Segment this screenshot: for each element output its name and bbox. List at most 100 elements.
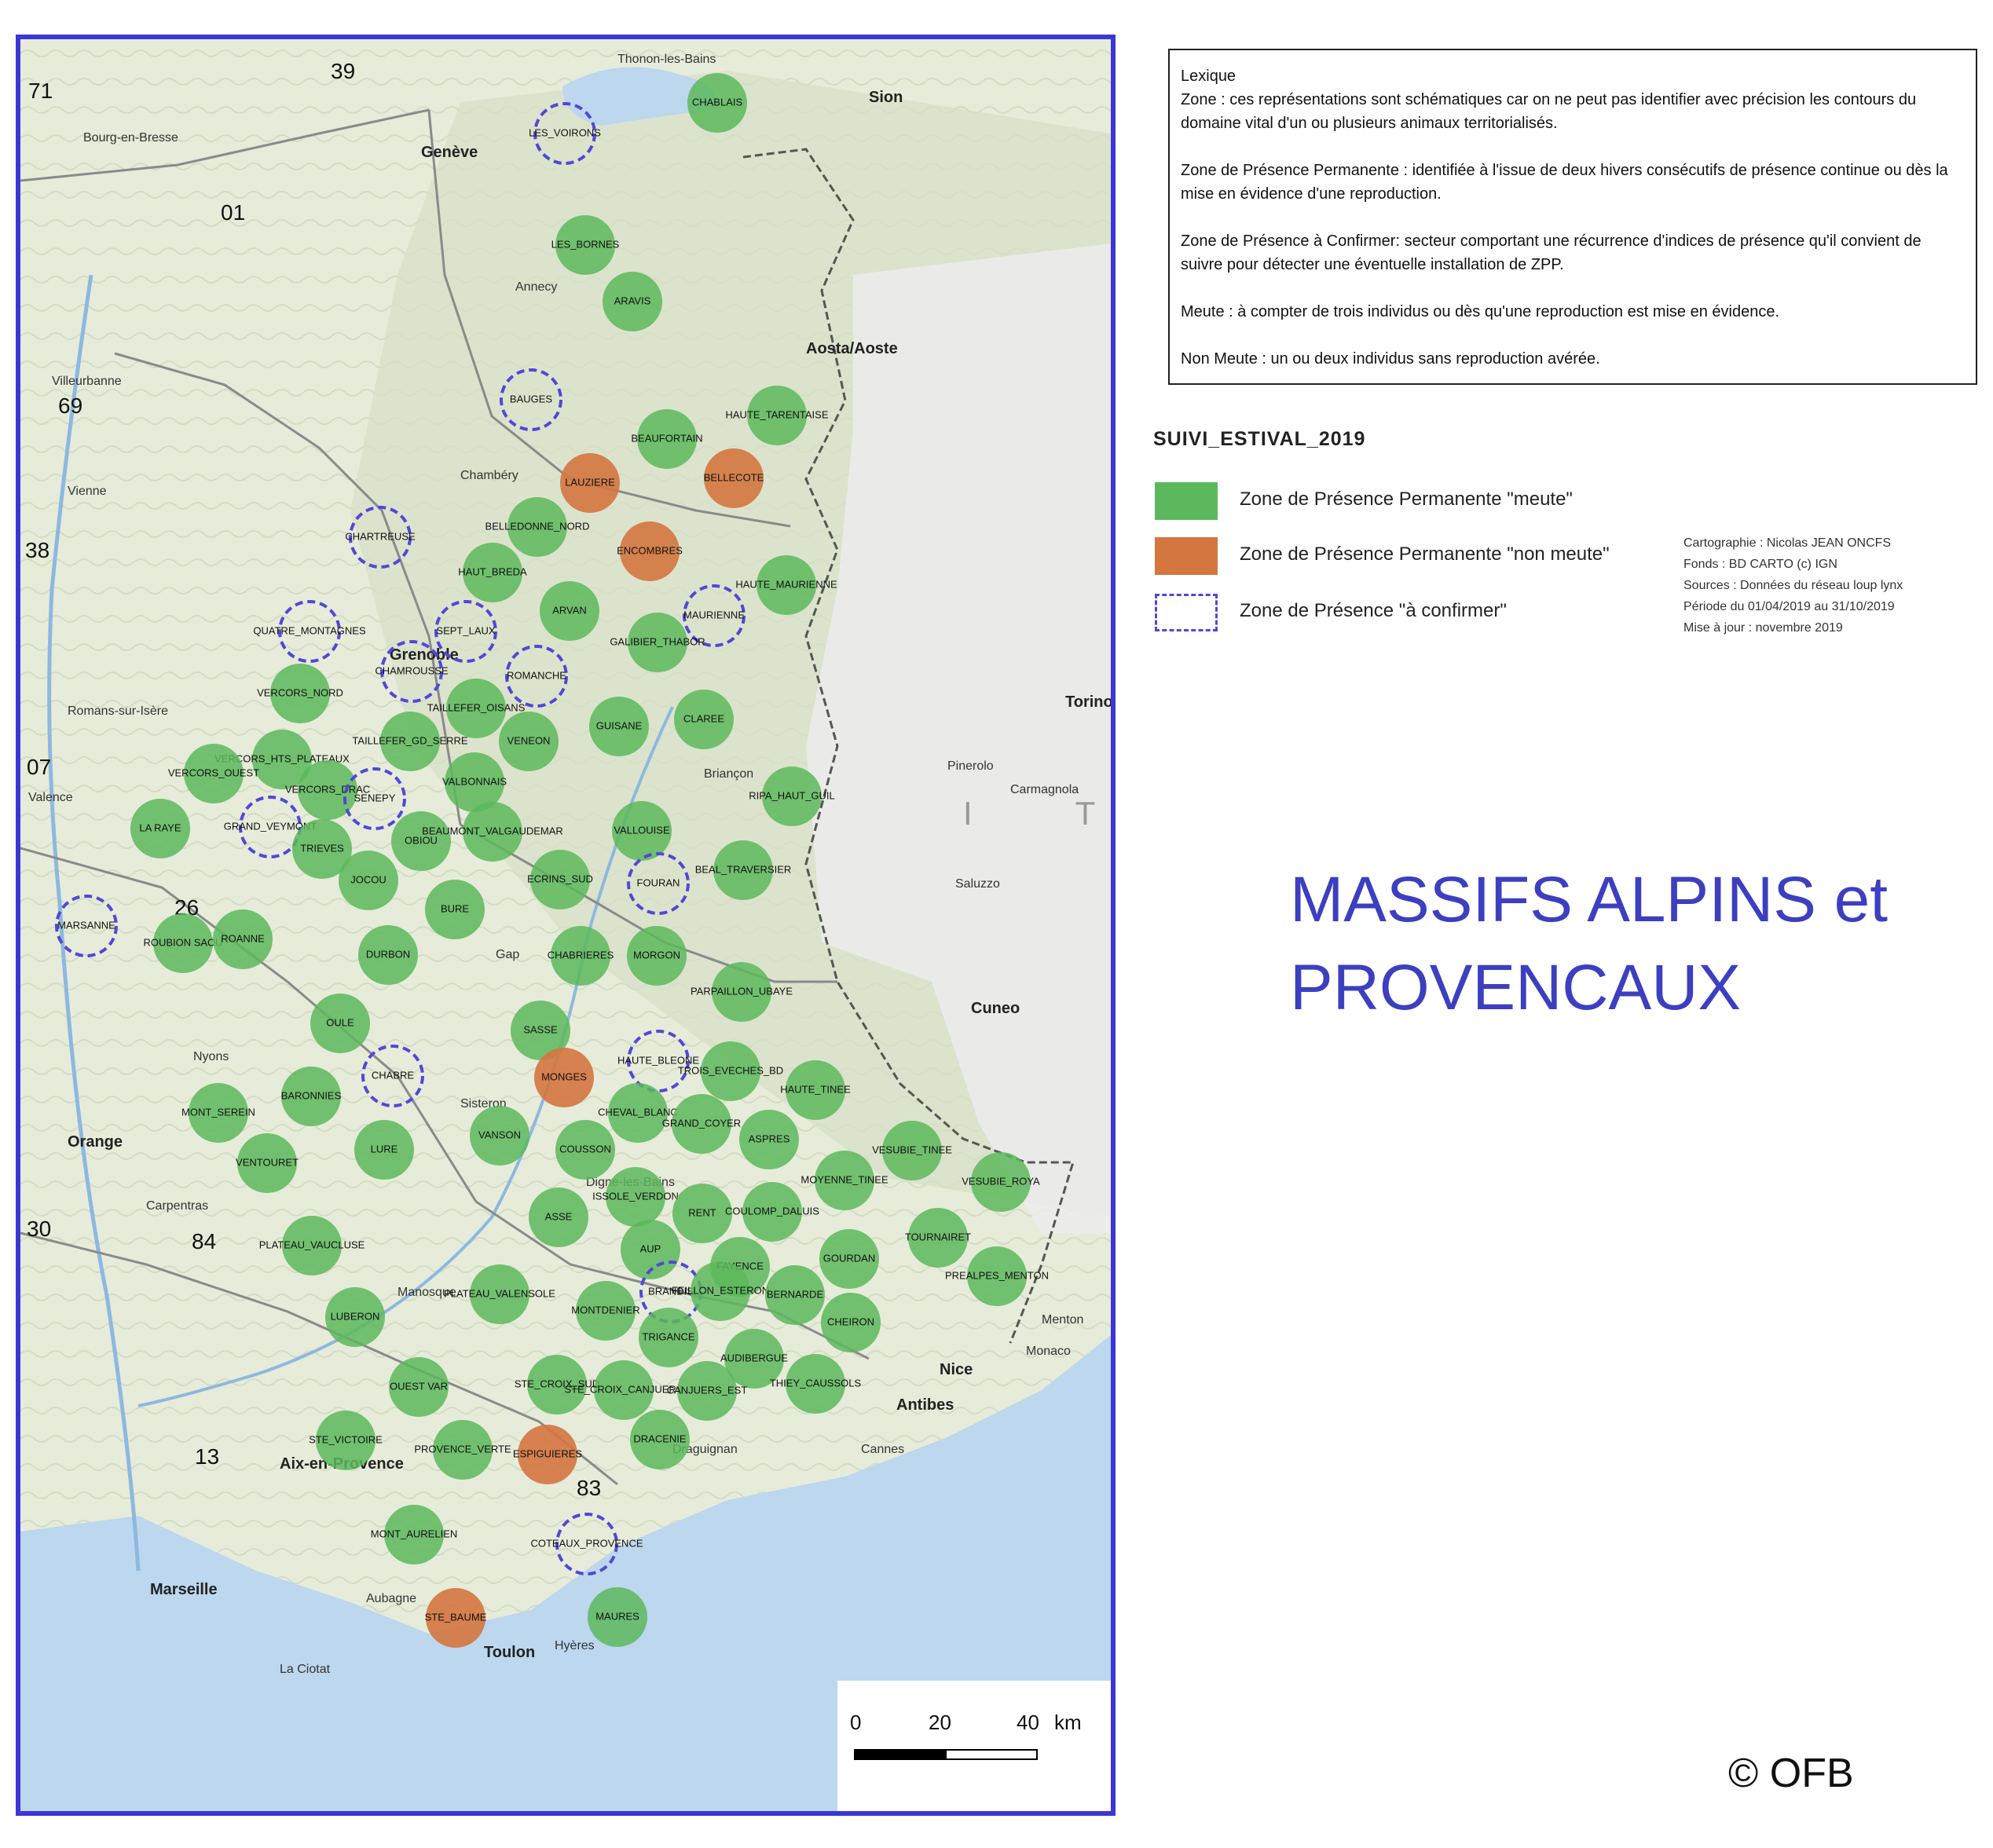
zone-label-trois-eveches-bd: TROIS_EVECHES_BD xyxy=(678,1064,783,1076)
zone-label-belledonne-nord: BELLEDONNE_NORD xyxy=(485,520,590,532)
zone-label-roanne: ROANNE xyxy=(221,932,265,944)
zone-label-maures: MAURES xyxy=(595,1610,639,1622)
place-nice: Nice xyxy=(940,1361,973,1378)
map-frame[interactable]: I T A 71 39 01 69 38 07 26 30 84 13 83 B… xyxy=(16,35,1116,1816)
zone-label-trieves: TRIEVES xyxy=(300,842,344,854)
credit-cartographie: Cartographie : Nicolas JEAN ONCFS xyxy=(1683,536,1892,550)
copyright: © OFB xyxy=(1728,1751,1854,1796)
zone-label-plateau-valensole: PLATEAU_VALENSOLE xyxy=(444,1287,555,1299)
zone-label-aspres: ASPRES xyxy=(749,1133,790,1144)
place-marseille: Marseille xyxy=(150,1581,218,1598)
zone-label-beal-traversier: BEAL_TRAVERSIER xyxy=(695,863,792,875)
zone-label-haute-tarentaise: HAUTE_TARENTAISE xyxy=(726,408,829,420)
place-gap: Gap xyxy=(496,948,519,961)
zone-label-guisane: GUISANE xyxy=(596,719,643,731)
dept-69: 69 xyxy=(58,393,82,418)
place-bourg: Bourg-en-Bresse xyxy=(83,131,178,145)
zone-label-bure: BURE xyxy=(441,902,469,914)
legend-label-non-meute: Zone de Présence Permanente "non meute" xyxy=(1240,543,1610,565)
zone-label-ste-croix-canjuers: STE_CROIX_CANJUERS xyxy=(565,1383,683,1395)
zone-label-les-bornes: LES_BORNES xyxy=(551,238,620,250)
zone-label-bauges: BAUGES xyxy=(510,393,553,404)
zone-label-lure: LURE xyxy=(371,1143,398,1155)
zone-label-romanche: ROMANCHE xyxy=(507,669,566,681)
place-nyons: Nyons xyxy=(193,1050,229,1063)
zone-label-trigance: TRIGANCE xyxy=(642,1330,695,1342)
zone-label-chartreuse: CHARTREUSE xyxy=(345,530,416,542)
zone-label-valbonnais: VALBONNAIS xyxy=(442,775,507,787)
place-antibes: Antibes xyxy=(896,1396,954,1414)
lexique-title: Lexique xyxy=(1181,68,1236,85)
map-title-line1: MASSIFS ALPINS et xyxy=(1290,864,1889,935)
italy-label: I T A xyxy=(963,795,1111,832)
zone-label-moyenne-tinee: MOYENNE_TINEE xyxy=(800,1173,888,1185)
dept-30: 30 xyxy=(27,1217,51,1241)
zone-label-sept-laux: SEPT_LAUX xyxy=(436,624,495,636)
zone-label-jocou: JOCOU xyxy=(350,873,387,885)
zone-label-les-voirons: LES_VOIRONS xyxy=(529,126,601,138)
dept-38: 38 xyxy=(25,538,49,562)
place-torino: Torino xyxy=(1065,693,1111,711)
zone-label-grand-coyer: GRAND_COYER xyxy=(662,1117,741,1129)
zone-label-arvan: ARVAN xyxy=(552,604,587,616)
zone-label-sasse: SASSE xyxy=(523,1023,558,1035)
place-annecy: Annecy xyxy=(515,280,557,294)
zone-label-veneon: VENEON xyxy=(507,734,551,746)
dept-83: 83 xyxy=(577,1476,601,1500)
scale-seg-white xyxy=(945,1749,1038,1760)
zone-label-mont-serein: MONT_SEREIN xyxy=(181,1106,255,1118)
zone-label-audibergue: AUDIBERGUE xyxy=(720,1352,788,1363)
place-aosta: Aosta/Aoste xyxy=(806,340,898,357)
zone-label-ste-baume: STE_BAUME xyxy=(425,1611,487,1623)
scale-box xyxy=(837,1681,1111,1811)
place-menton: Menton xyxy=(1042,1313,1083,1327)
dept-71: 71 xyxy=(28,79,53,103)
zone-label-issole-verdon: ISSOLE_VERDON xyxy=(592,1190,679,1202)
zone-label-taillefer-oisans: TAILLEFER_OISANS xyxy=(427,701,526,713)
zone-label-ventouret: VENTOURET xyxy=(236,1156,299,1168)
zone-label-asse: ASSE xyxy=(545,1210,573,1222)
place-romans: Romans-sur-Isère xyxy=(68,704,168,718)
place-geneve: Genève xyxy=(421,144,478,161)
dept-39: 39 xyxy=(331,59,355,83)
zone-label-haute-maurienne: HAUTE_MAURIENNE xyxy=(735,578,837,590)
dept-07: 07 xyxy=(27,755,51,779)
zone-label-la-raye: LA RAYE xyxy=(139,822,181,833)
zone-label-canjuers-est: CANJUERS_EST xyxy=(667,1384,748,1396)
lexique-meute: Meute : à compter de trois individus ou … xyxy=(1181,303,1780,320)
place-cuneo: Cuneo xyxy=(971,1000,1020,1017)
lexique-box: Lexique Zone : ces représentations sont … xyxy=(1168,49,1977,385)
place-hyeres: Hyères xyxy=(555,1639,595,1652)
zone-label-ripa-haut-guil: RIPA_HAUT_GUIL xyxy=(749,789,835,801)
zone-label-encombres: ENCOMBRES xyxy=(617,544,683,556)
legend-item-confirmer: Zone de Présence "à confirmer" xyxy=(1155,594,1705,631)
zone-label-ouest-var: OUEST VAR xyxy=(390,1380,448,1392)
dept-13: 13 xyxy=(195,1444,219,1469)
place-cannes: Cannes xyxy=(861,1443,904,1456)
zone-label-tournairet: TOURNAIRET xyxy=(905,1231,971,1242)
zone-label-feillon-esteron: FEILLON_ESTERON xyxy=(672,1284,769,1296)
zone-label-parpaillon-ubaye: PARPAILLON_UBAYE xyxy=(691,985,793,997)
credit-periode: Période du 01/04/2019 au 31/10/2019 xyxy=(1683,600,1895,613)
zone-label-bernarde: BERNARDE xyxy=(767,1288,824,1300)
zone-label-aravis: ARAVIS xyxy=(614,295,651,306)
zone-label-baronnies: BARONNIES xyxy=(281,1089,342,1101)
zone-label-cheval-blanc: CHEVAL_BLANC xyxy=(598,1106,678,1118)
lexique-zpc: Zone de Présence à Confirmer: secteur co… xyxy=(1181,232,1922,273)
zone-label-vesubie-tinee: VESUBIE_TINEE xyxy=(872,1144,952,1155)
legend-label-confirmer: Zone de Présence "à confirmer" xyxy=(1240,600,1507,621)
legend-swatch-meute xyxy=(1155,482,1218,520)
legend-item-non-meute: Zone de Présence Permanente "non meute" xyxy=(1155,537,1705,575)
zone-label-roubion-saou: ROUBION SAOU xyxy=(143,936,222,948)
zone-label-lauziere: LAUZIERE xyxy=(565,476,615,488)
place-orange: Orange xyxy=(68,1133,123,1151)
lexique-zone: Zone : ces représentations sont schémati… xyxy=(1181,91,1917,132)
zone-label-oule: OULE xyxy=(326,1016,354,1028)
zone-label-luberon: LUBERON xyxy=(331,1310,380,1322)
scale-label-0: 0 xyxy=(850,1711,861,1734)
zone-label-vercors-ouest: VERCORS_OUEST xyxy=(168,767,259,778)
zone-label-gourdan: GOURDAN xyxy=(823,1252,875,1264)
place-carpentras: Carpentras xyxy=(146,1199,208,1213)
scale-label-40: 40 xyxy=(1017,1711,1039,1734)
map-canvas[interactable]: I T A 71 39 01 69 38 07 26 30 84 13 83 B… xyxy=(20,39,1111,1811)
